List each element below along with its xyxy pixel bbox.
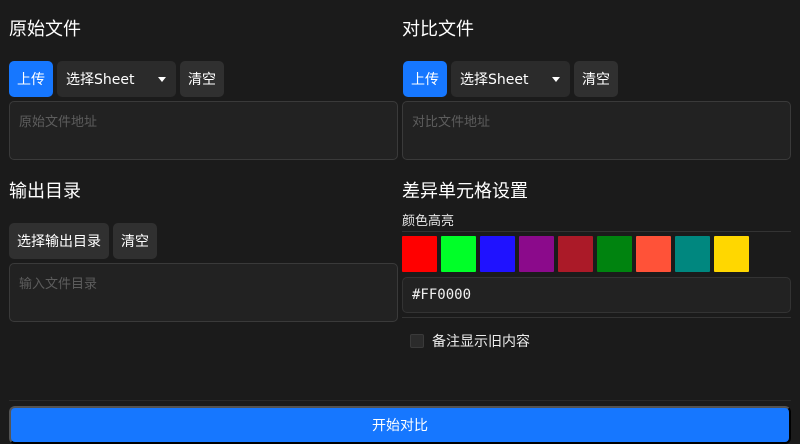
- compare-sheet-select[interactable]: 选择Sheet: [451, 61, 570, 97]
- divider: [9, 400, 791, 401]
- color-swatch[interactable]: [714, 236, 749, 272]
- source-file-section: 原始文件: [9, 18, 81, 42]
- color-swatch[interactable]: [636, 236, 671, 272]
- show-old-content-checkbox[interactable]: [410, 334, 424, 348]
- source-clear-button[interactable]: 清空: [180, 61, 224, 97]
- color-swatch[interactable]: [519, 236, 554, 272]
- color-swatch[interactable]: [597, 236, 632, 272]
- output-clear-button[interactable]: 清空: [113, 223, 157, 259]
- choose-output-dir-button[interactable]: 选择输出目录: [9, 223, 109, 259]
- source-file-title: 原始文件: [9, 19, 81, 40]
- divider: [402, 317, 791, 318]
- output-actions: 选择输出目录 清空: [9, 223, 157, 259]
- compare-file-section: 对比文件: [402, 18, 474, 42]
- color-swatch[interactable]: [558, 236, 593, 272]
- compare-path-input[interactable]: 对比文件地址: [402, 101, 791, 160]
- compare-clear-button[interactable]: 清空: [574, 61, 618, 97]
- show-old-content-option[interactable]: 备注显示旧内容: [410, 331, 530, 351]
- compare-file-title: 对比文件: [402, 19, 474, 40]
- color-swatch[interactable]: [480, 236, 515, 272]
- output-dir-section: 输出目录: [9, 180, 81, 204]
- diff-settings-title: 差异单元格设置: [402, 181, 528, 202]
- compare-page: 原始文件 上传 选择Sheet 清空 原始文件地址 对比文件 上传 选择Shee…: [0, 0, 800, 444]
- color-swatch[interactable]: [441, 236, 476, 272]
- source-path-input[interactable]: 原始文件地址: [9, 101, 398, 160]
- source-sheet-select[interactable]: 选择Sheet: [57, 61, 176, 97]
- output-dir-input[interactable]: 输入文件目录: [9, 263, 398, 322]
- output-dir-title: 输出目录: [9, 181, 81, 202]
- source-actions: 上传 选择Sheet 清空: [9, 61, 224, 97]
- show-old-content-label: 备注显示旧内容: [432, 334, 530, 350]
- compare-sheet-select-label: 选择Sheet: [460, 72, 529, 88]
- diff-settings-section: 差异单元格设置: [402, 180, 528, 204]
- source-sheet-select-label: 选择Sheet: [66, 72, 135, 88]
- caret-down-icon: [552, 76, 560, 82]
- highlight-color-label: 颜色高亮: [402, 214, 455, 229]
- color-swatches: [402, 236, 749, 272]
- compare-upload-button[interactable]: 上传: [403, 61, 447, 97]
- divider: [402, 231, 791, 232]
- start-compare-button[interactable]: 开始对比: [9, 406, 791, 444]
- color-hex-input[interactable]: #FF0000: [402, 277, 791, 313]
- caret-down-icon: [158, 76, 166, 82]
- color-swatch[interactable]: [675, 236, 710, 272]
- compare-actions: 上传 选择Sheet 清空: [403, 61, 618, 97]
- color-swatch[interactable]: [402, 236, 437, 272]
- source-upload-button[interactable]: 上传: [9, 61, 53, 97]
